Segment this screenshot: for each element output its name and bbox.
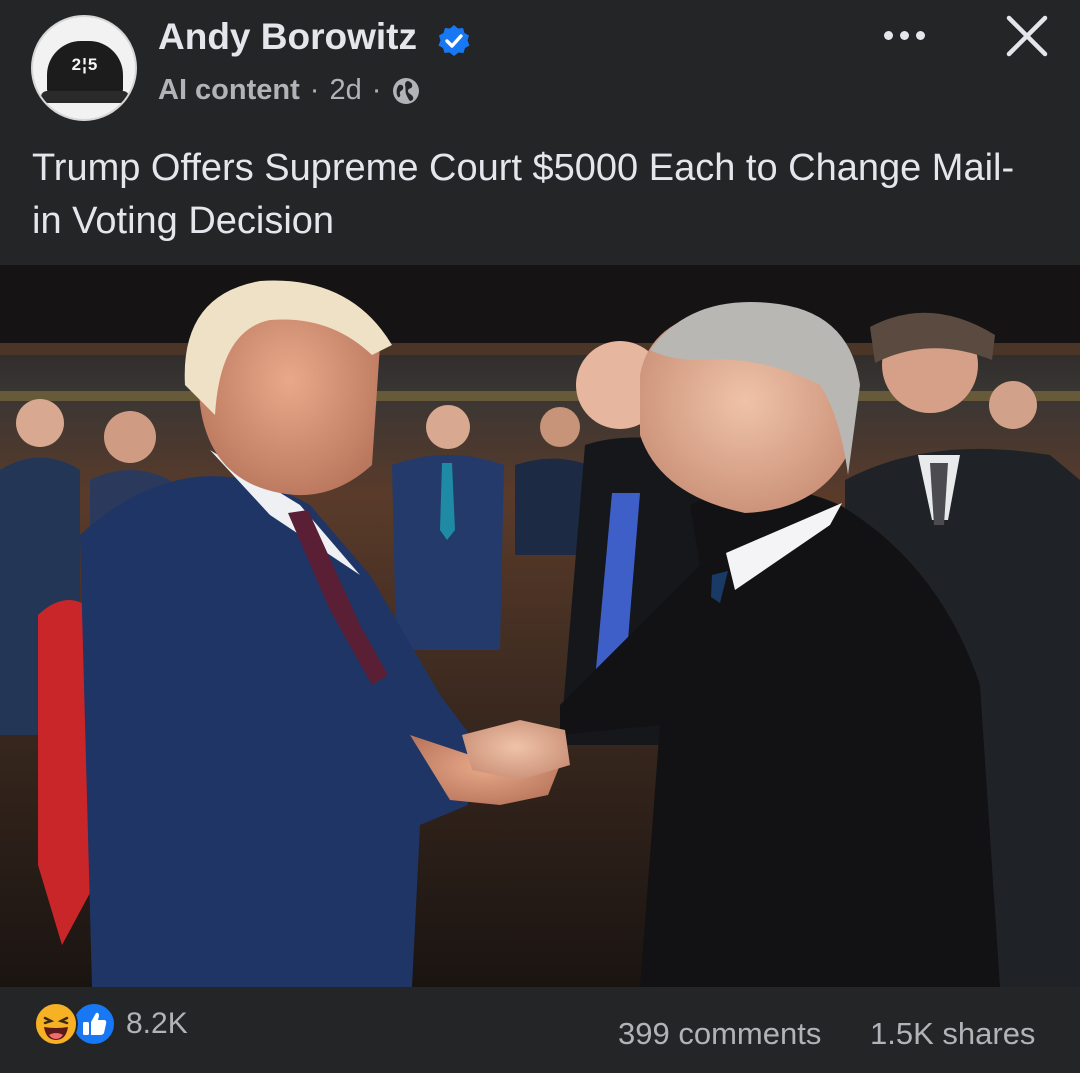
more-options-icon[interactable] <box>876 22 932 48</box>
post-time[interactable]: 2d <box>329 74 361 107</box>
avatar-hat-text: 2¦5 <box>71 55 99 74</box>
post-meta: AI content · 2d · <box>158 74 421 107</box>
reactions-summary[interactable]: 8.2K <box>34 1002 188 1046</box>
reaction-count: 8.2K <box>126 1007 188 1040</box>
author-name[interactable]: Andy Borowitz <box>158 16 417 58</box>
haha-reaction-icon <box>34 1002 78 1046</box>
post-title: Trump Offers Supreme Court $5000 Each to… <box>32 147 1015 242</box>
more-dot <box>883 30 893 40</box>
avatar-hat-brim <box>41 91 129 103</box>
comments-count[interactable]: 399 comments <box>618 1016 821 1052</box>
post-photo[interactable] <box>0 265 1080 987</box>
post-footer: 8.2K 399 comments 1.5K shares <box>0 987 1080 1073</box>
globe-icon[interactable] <box>391 76 421 106</box>
more-dot <box>915 30 925 40</box>
author-avatar[interactable]: 2¦5 <box>31 15 137 121</box>
close-icon[interactable] <box>1003 12 1051 60</box>
handshake-photo <box>0 265 1080 987</box>
meta-separator: · <box>309 74 320 106</box>
meta-separator-2: · <box>371 74 382 106</box>
more-dot <box>899 30 909 40</box>
like-reaction-icon <box>72 1002 116 1046</box>
avatar-hat-image: 2¦5 <box>47 41 123 95</box>
verified-badge-icon <box>438 25 470 56</box>
post-header: 2¦5 Andy Borowitz AI content · 2d · Trum… <box>0 0 1080 265</box>
ai-content-label[interactable]: AI content <box>158 74 300 107</box>
shares-count[interactable]: 1.5K shares <box>870 1016 1035 1052</box>
